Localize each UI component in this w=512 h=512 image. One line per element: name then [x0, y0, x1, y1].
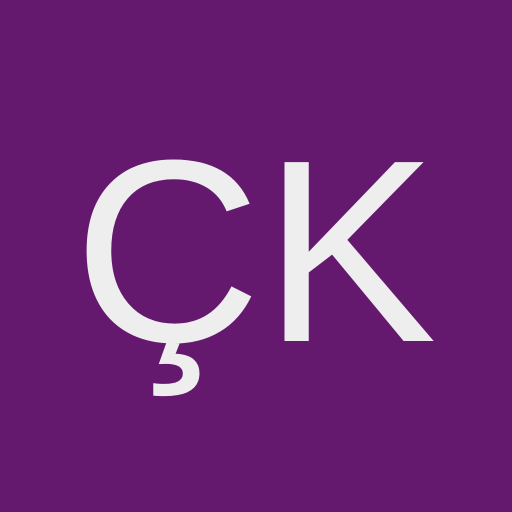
avatar: ÇK — [0, 0, 512, 512]
avatar-initials: ÇK — [73, 107, 439, 397]
